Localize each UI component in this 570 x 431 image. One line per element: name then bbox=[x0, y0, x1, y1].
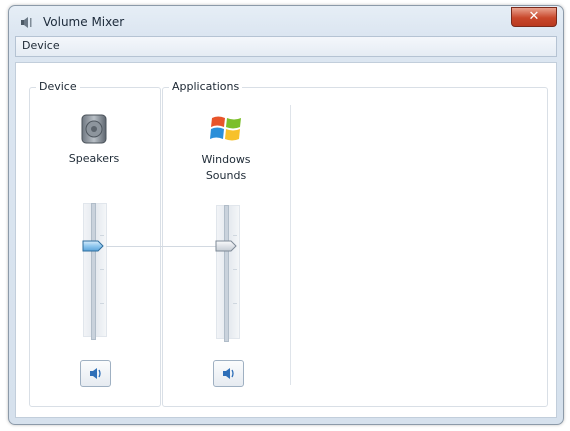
speakers-volume-groove bbox=[91, 203, 96, 340]
speakers-label: Speakers bbox=[68, 152, 120, 165]
menu-bar: Device bbox=[15, 36, 557, 57]
speakers-tick bbox=[100, 235, 104, 236]
menu-item-device[interactable]: Device bbox=[22, 39, 60, 52]
close-button[interactable]: ✕ bbox=[511, 7, 557, 27]
volume-link-line bbox=[106, 246, 224, 247]
speaker-sound-icon bbox=[90, 368, 101, 379]
windows-sounds-tick bbox=[233, 303, 237, 304]
volume-app-icon bbox=[21, 17, 32, 28]
speakers-tick bbox=[100, 269, 104, 270]
windows-sounds-mute-button[interactable] bbox=[213, 360, 244, 387]
mixer-area: Device Applications Speakers Windows Sou… bbox=[15, 62, 557, 418]
windows-sounds-label: Windows Sounds bbox=[201, 153, 251, 182]
windows-sounds-volume-groove bbox=[224, 205, 229, 342]
windows-sounds-tick bbox=[233, 269, 237, 270]
speakers-tick bbox=[100, 303, 104, 304]
volume-mixer-window: Volume Mixer ✕ Device Device Application… bbox=[8, 5, 564, 425]
channel-divider bbox=[290, 105, 291, 385]
window-title: Volume Mixer bbox=[43, 15, 125, 29]
applications-group-label: Applications bbox=[169, 80, 243, 93]
windows-logo-icon bbox=[210, 116, 241, 141]
title-bar[interactable]: Volume Mixer ✕ bbox=[9, 6, 563, 36]
windows-sounds-volume-slider[interactable] bbox=[215, 240, 237, 252]
speaker-icon bbox=[81, 114, 107, 144]
speaker-sound-icon bbox=[223, 368, 234, 379]
windows-sounds-tick bbox=[233, 235, 237, 236]
device-group-label: Device bbox=[36, 80, 80, 93]
speakers-mute-button[interactable] bbox=[80, 360, 111, 387]
speakers-volume-slider[interactable] bbox=[82, 240, 104, 252]
